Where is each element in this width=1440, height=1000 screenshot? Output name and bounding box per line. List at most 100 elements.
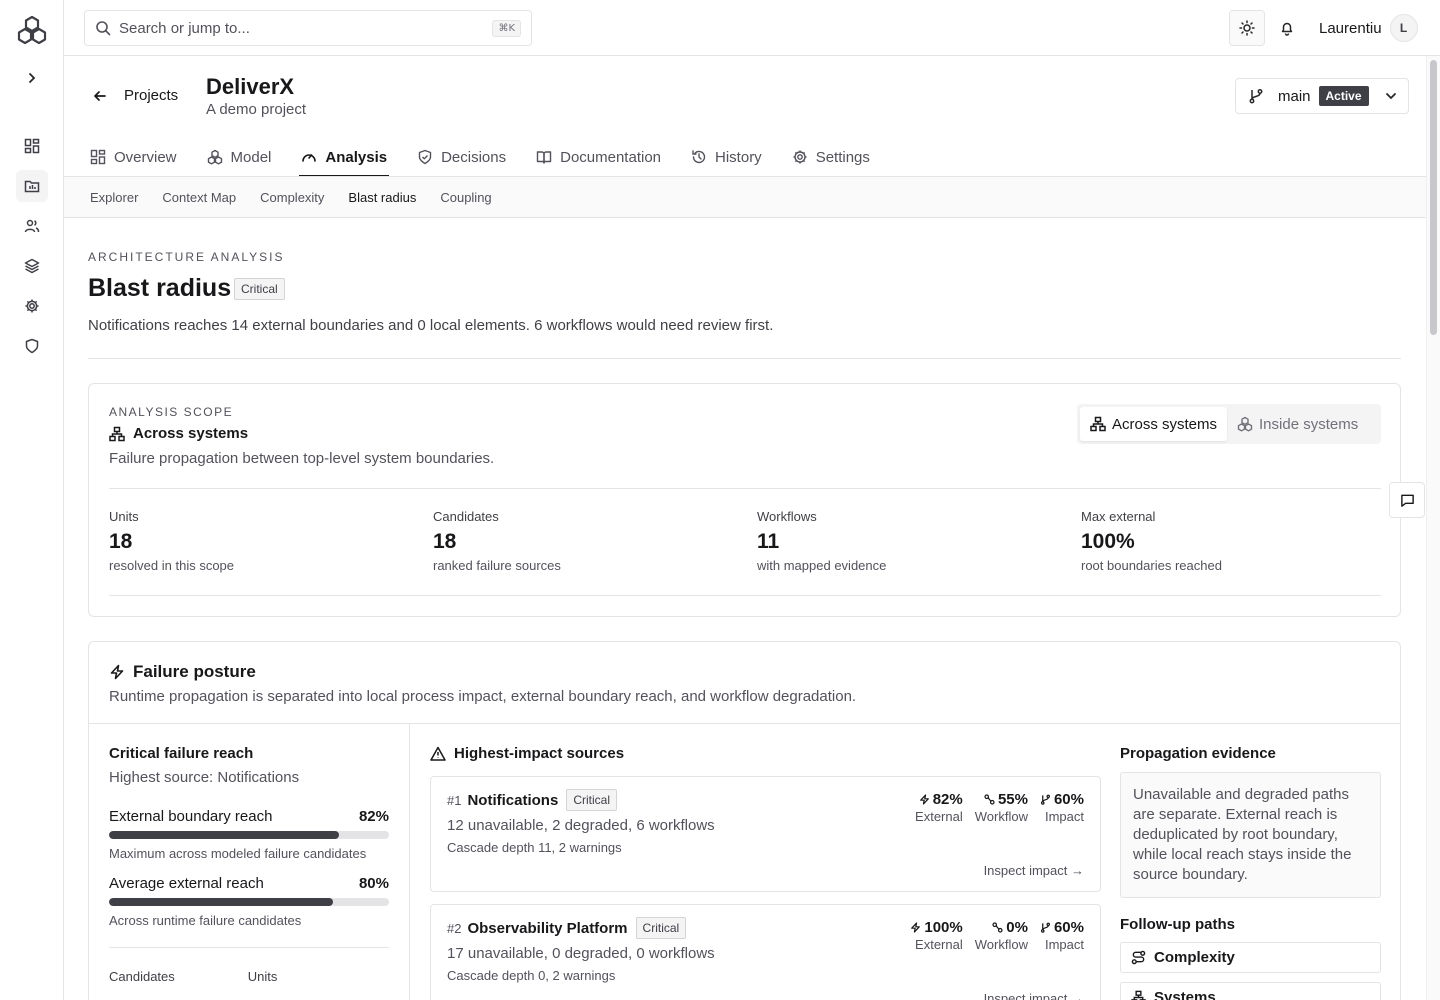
back-arrow-icon[interactable] (88, 84, 112, 108)
source-details: Cascade depth 0, 2 warnings (447, 968, 616, 983)
source-summary: 17 unavailable, 0 degraded, 0 workflows (447, 945, 715, 962)
rail-settings-icon[interactable] (16, 290, 48, 322)
inspect-impact-link[interactable]: Inspect impact → (984, 863, 1084, 878)
stat-sub: with mapped evidence (757, 558, 887, 573)
analysis-scope-card: ANALYSIS SCOPE Across systems Failure pr… (88, 383, 1401, 617)
message-icon (1400, 494, 1414, 507)
tab-label: Analysis (325, 148, 388, 166)
metric-label: External boundary reach (109, 808, 273, 825)
stat-label: Max external (1081, 509, 1156, 524)
user-menu[interactable]: Laurentiu L (1319, 14, 1418, 42)
sources-title: Highest-impact sources (430, 745, 624, 762)
stat-value: 18 (433, 530, 457, 553)
expand-sidebar-icon[interactable] (22, 68, 42, 88)
shield-check-icon (418, 149, 432, 165)
stat-sub: ranked failure sources (433, 558, 561, 573)
source-details: Cascade depth 11, 2 warnings (447, 840, 622, 855)
project-title: DeliverX (206, 74, 295, 99)
followup-systems-button[interactable]: Systems (1120, 982, 1381, 1000)
tab-label: Overview (114, 148, 177, 166)
tab-history[interactable]: History (689, 138, 764, 176)
source-card[interactable]: #2 Observability Platform Critical 17 un… (430, 904, 1101, 1000)
toggle-across-systems[interactable]: Across systems (1080, 407, 1228, 441)
severity-badge: Critical (234, 278, 285, 300)
git-branch-icon (1040, 794, 1051, 805)
stat-workflows: Workflows 11 with mapped evidence (757, 509, 886, 573)
rail-users-icon[interactable] (16, 210, 48, 242)
bell-icon (1281, 22, 1293, 36)
route-icon (1131, 950, 1146, 965)
failure-posture-card: Failure posture Runtime propagation is s… (88, 641, 1401, 1000)
stat-label: Workflows (757, 509, 817, 524)
external-label: External (915, 809, 963, 824)
model-icon (1237, 416, 1253, 432)
external-value: 100% (924, 919, 963, 936)
left-rail (0, 0, 64, 1000)
external-label: External (915, 937, 963, 952)
propagation-evidence-panel: Propagation evidence Unavailable and deg… (1120, 745, 1381, 1000)
rail-shield-icon[interactable] (16, 330, 48, 362)
history-icon (692, 150, 706, 164)
metric-note: Maximum across modeled failure candidate… (109, 846, 367, 861)
source-name: Notifications (467, 791, 559, 809)
posture-title-text: Failure posture (133, 662, 256, 681)
stat-max-external: Max external 100% root boundaries reache… (1081, 509, 1222, 573)
header-divider (88, 358, 1401, 359)
posture-title: Failure posture (109, 662, 256, 682)
search-input[interactable]: Search or jump to... ⌘K (84, 10, 532, 46)
branch-selector[interactable]: main Active (1235, 78, 1409, 114)
rail-projects-icon[interactable] (16, 170, 48, 202)
page-title: Blast radius (88, 274, 232, 302)
stat-label: Units (109, 509, 139, 524)
sitemap-icon (1090, 416, 1106, 432)
tab-overview[interactable]: Overview (88, 138, 179, 176)
theme-toggle-button[interactable] (1229, 10, 1265, 46)
project-tabs: Overview Model Analysis Decisions Docume… (88, 138, 898, 177)
workflow-icon (992, 922, 1003, 933)
toggle-inside-systems[interactable]: Inside systems (1227, 407, 1368, 441)
stat-value: 11 (757, 530, 780, 553)
source-rank: #2 (447, 920, 462, 936)
projects-link[interactable]: Projects (124, 87, 178, 104)
sitemap-icon (1131, 990, 1146, 1000)
workflow-icon (984, 794, 995, 805)
impact-label: Impact (1044, 809, 1084, 824)
subtab-coupling[interactable]: Coupling (440, 190, 491, 205)
feedback-button[interactable] (1389, 482, 1425, 518)
progress-fill (109, 831, 339, 839)
git-branch-icon (1040, 922, 1051, 933)
subtab-blast-radius[interactable]: Blast radius (348, 190, 416, 205)
book-icon (536, 151, 552, 164)
tab-settings[interactable]: Settings (790, 138, 872, 176)
source-card[interactable]: #1 Notifications Critical 12 unavailable… (430, 776, 1101, 892)
notifications-button[interactable] (1269, 10, 1305, 46)
rail-layers-icon[interactable] (16, 250, 48, 282)
tab-analysis[interactable]: Analysis (299, 138, 389, 177)
subtab-complexity[interactable]: Complexity (260, 190, 324, 205)
source-badge: Critical (635, 917, 687, 939)
top-bar: Search or jump to... ⌘K Laurentiu L (64, 0, 1440, 56)
evidence-text: Unavailable and degraded paths are separ… (1120, 772, 1381, 898)
followup-label: Complexity (1154, 949, 1235, 966)
tab-model[interactable]: Model (205, 138, 274, 176)
subtab-explorer[interactable]: Explorer (90, 190, 138, 205)
warning-icon (430, 746, 446, 761)
metric-external-boundary-reach: External boundary reach 82% Maximum acro… (109, 808, 389, 861)
impact-value: 60% (1053, 919, 1084, 936)
app-logo-icon[interactable] (16, 15, 48, 47)
toggle-label: Across systems (1112, 415, 1218, 433)
metric-value: 80% (358, 875, 389, 892)
source-name: Observability Platform (467, 919, 628, 937)
source-metrics: 82% External 55% Workflow 60% Impact (915, 791, 1084, 824)
scrollbar-thumb[interactable] (1430, 60, 1437, 335)
inspect-impact-link[interactable]: Inspect impact → (984, 991, 1084, 1000)
followup-complexity-button[interactable]: Complexity (1120, 942, 1381, 973)
tab-documentation[interactable]: Documentation (534, 138, 663, 176)
search-icon (96, 21, 111, 36)
page-scrollbar[interactable] (1426, 56, 1440, 1000)
progress-fill (109, 898, 333, 906)
footer-units-label: Units (247, 969, 278, 984)
tab-decisions[interactable]: Decisions (415, 138, 508, 176)
subtab-context-map[interactable]: Context Map (162, 190, 236, 205)
rail-dashboard-icon[interactable] (16, 130, 48, 162)
